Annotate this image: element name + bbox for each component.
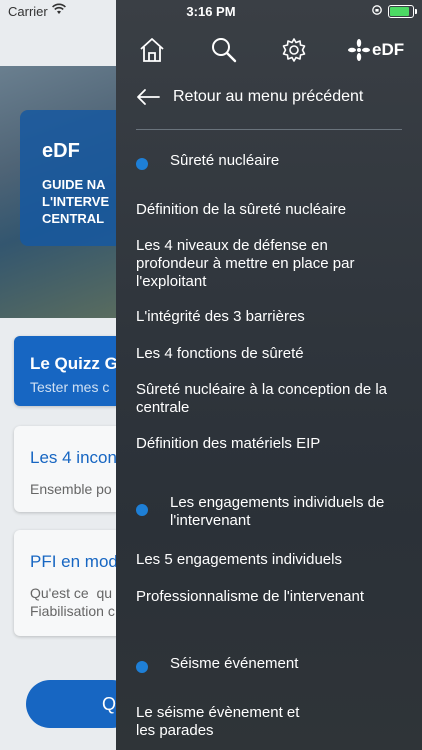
menu-item[interactable]: Les 4 fonctions de sûreté: [136, 345, 398, 363]
battery-icon: [388, 5, 417, 18]
home-icon[interactable]: [138, 36, 166, 64]
topic-card-title: Les 4 incon: [30, 448, 117, 467]
side-menu: eDF Retour au menu précédent Sûreté nucl…: [116, 0, 422, 750]
back-to-previous-menu[interactable]: Retour au menu précédent: [136, 86, 396, 110]
menu-item[interactable]: Professionnalisme de l'intervenant: [136, 588, 398, 606]
back-label: Retour au menu précédent: [173, 88, 364, 105]
quiz-card-subtitle: Tester mes c: [30, 379, 110, 395]
topic-card-subtitle: Ensemble po: [30, 481, 112, 497]
arrow-left-icon: [137, 89, 160, 105]
gear-icon[interactable]: [280, 36, 308, 64]
section-label: Les engagements individuels de l'interve…: [170, 494, 385, 529]
quiz-card[interactable]: Le Quizz G Tester mes c: [14, 336, 122, 406]
quiz-card-title: Le Quizz G: [30, 354, 118, 373]
hero-logo: eDF: [42, 140, 80, 162]
orientation-lock-icon: [372, 5, 382, 15]
menu-item[interactable]: Définition des matériels EIP: [136, 435, 398, 453]
edf-logo-text: eDF: [372, 40, 405, 59]
menu-item[interactable]: Définition de la sûreté nucléaire: [136, 201, 398, 219]
bullet-dot: [136, 158, 148, 170]
section-surete-nucleaire[interactable]: Sûreté nucléaire: [136, 152, 396, 174]
bullet-dot: [136, 661, 148, 673]
section-label: Séisme événement: [170, 655, 299, 672]
section-label: Sûreté nucléaire: [170, 152, 280, 169]
section-seisme[interactable]: Séisme événement: [136, 655, 396, 677]
topic-card-title: PFI en mod: [30, 552, 118, 571]
search-icon: Q: [102, 694, 117, 714]
hero-banner: eDF GUIDE NA L'INTERVE CENTRAL: [0, 66, 130, 318]
menu-item[interactable]: Le séisme évènement et les parades: [136, 704, 316, 740]
bullet-dot: [136, 504, 148, 516]
status-bar: Carrier 3:16 PM: [0, 0, 422, 22]
topic-card[interactable]: Les 4 incon Ensemble po: [14, 426, 122, 512]
topic-card-subtitle: Qu'est ce qu Fiabilisation c: [30, 585, 115, 619]
topic-card[interactable]: PFI en mod Qu'est ce qu Fiabilisation c: [14, 530, 122, 636]
status-time: 3:16 PM: [186, 4, 236, 19]
menu-item[interactable]: L'intégrité des 3 barrières: [136, 308, 398, 326]
divider: [136, 129, 402, 130]
section-engagements[interactable]: Les engagements individuels de l'interve…: [136, 494, 396, 534]
search-icon[interactable]: [210, 36, 238, 64]
menu-item[interactable]: Les 5 engagements individuels: [136, 551, 398, 569]
menu-item[interactable]: Les 4 niveaux de défense en profondeur à…: [136, 237, 398, 291]
edf-logo: eDF: [348, 38, 406, 62]
menu-item[interactable]: Sûreté nucléaire à la conception de la c…: [136, 381, 398, 417]
hero-title: GUIDE NA L'INTERVE CENTRAL: [42, 177, 110, 226]
